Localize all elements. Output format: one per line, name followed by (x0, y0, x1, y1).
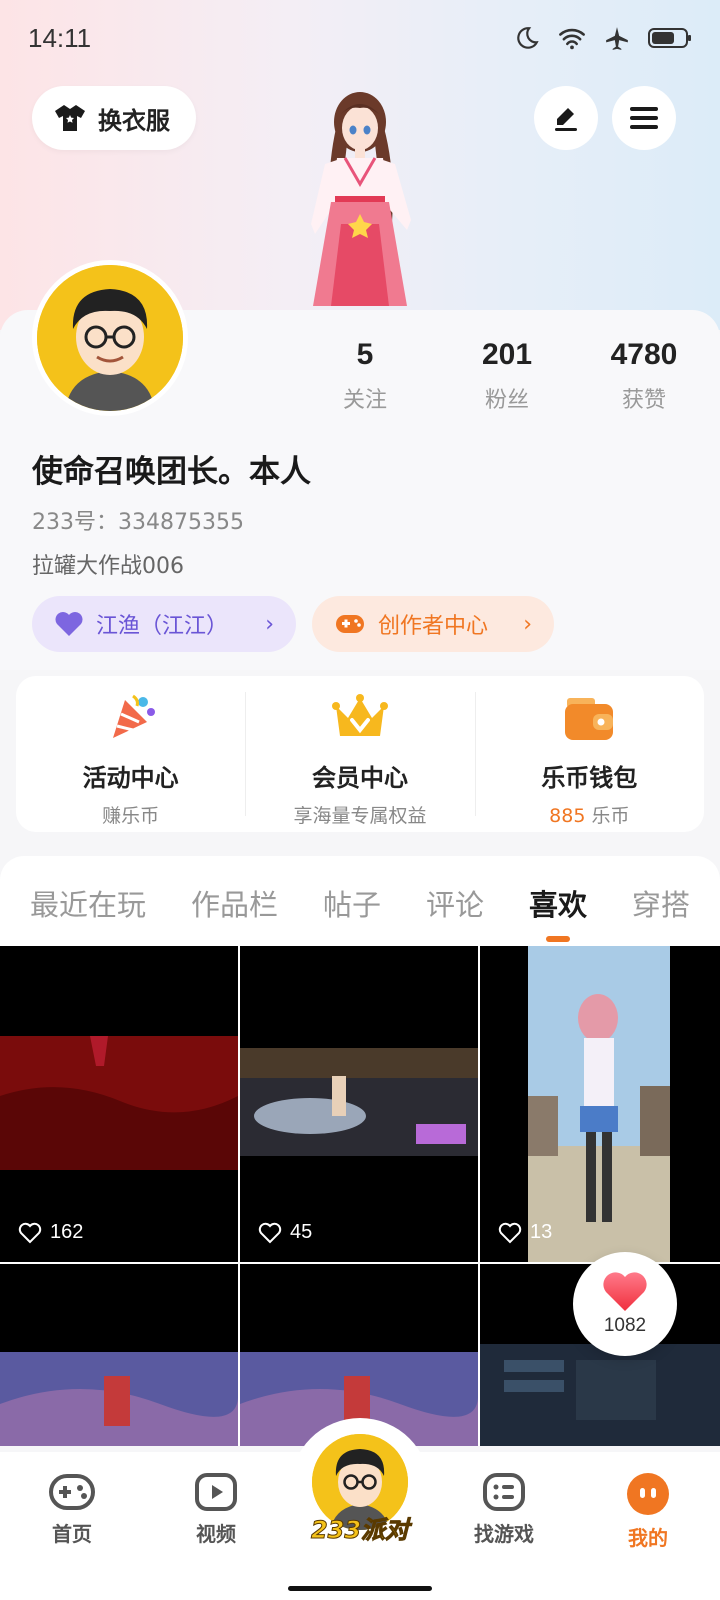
coin-balance-unit: 乐币 (585, 805, 630, 827)
nav-me[interactable]: 我的 (576, 1452, 720, 1568)
stat-following-value: 5 (356, 338, 374, 371)
gamepad-icon (336, 615, 364, 633)
nav-me-label: 我的 (628, 1526, 668, 1550)
stat-following-label: 关注 (342, 388, 387, 413)
heart-icon (603, 1272, 647, 1311)
center-brand-logo: 233派对 (310, 1516, 410, 1545)
coin-wallet-title: 乐币钱包 (541, 764, 638, 792)
status-bar: 14:11 (0, 0, 720, 76)
user-id[interactable]: 233号：334875355 (32, 504, 244, 536)
coin-balance-amount: 885 (549, 805, 586, 827)
floating-like-button[interactable]: 1082 (573, 1252, 677, 1356)
status-time: 14:11 (28, 22, 92, 53)
liked-post-card[interactable]: 162 (0, 946, 238, 1262)
tshirt-icon (55, 105, 85, 131)
edit-profile-button[interactable] (534, 86, 598, 150)
heart-outline-icon (18, 1222, 42, 1243)
change-outfit-button[interactable]: 换衣服 (32, 86, 196, 150)
stat-following[interactable]: 5 关注 (305, 338, 425, 414)
post-like-count: 13 (498, 1221, 552, 1244)
activity-center-subtitle: 赚乐币 (102, 805, 160, 827)
stat-likes-value: 4780 (610, 338, 678, 371)
stat-likes-received[interactable]: 4780 获赞 (584, 338, 704, 414)
creator-center-pill[interactable]: 创作者中心 › (312, 596, 554, 652)
creator-center-label: 创作者中心 (378, 614, 489, 639)
stat-followers-label: 粉丝 (484, 388, 529, 413)
post-like-value: 162 (50, 1221, 84, 1243)
crown-icon (331, 694, 388, 736)
tab-posts[interactable]: 帖子 (323, 856, 381, 946)
wallet-icon (565, 698, 614, 740)
username: 使命召唤团长。本人 (32, 454, 311, 490)
liked-post-card[interactable]: 13 (480, 946, 720, 1262)
post-like-value: 13 (530, 1221, 553, 1243)
chevron-right-icon: › (523, 611, 532, 637)
battery-icon (648, 28, 691, 48)
post-like-value: 45 (290, 1221, 313, 1243)
activity-center[interactable]: 活动中心 赚乐币 (16, 676, 245, 832)
nav-home[interactable]: 首页 (0, 1452, 144, 1568)
menu-button[interactable] (612, 86, 676, 150)
vip-center[interactable]: 会员中心 享海量专属权益 (245, 676, 474, 832)
post-like-count: 162 (18, 1221, 83, 1244)
guild-pill[interactable]: 江渔（江江） › (32, 596, 296, 652)
vip-center-title: 会员中心 (311, 764, 408, 792)
stat-followers[interactable]: 201 粉丝 (447, 338, 567, 414)
feature-card: 活动中心 赚乐币 会员中心 享海量专属权益 乐币钱包 885 乐币 (16, 676, 704, 832)
tab-outfits[interactable]: 穿搭 (632, 856, 690, 946)
profile-face-icon (627, 1473, 669, 1515)
change-outfit-label: 换衣服 (98, 106, 170, 135)
play-icon (195, 1473, 237, 1511)
post-thumbnail (480, 946, 720, 1262)
moon-icon (517, 27, 539, 49)
heart-outline-icon (498, 1222, 522, 1243)
coin-wallet[interactable]: 乐币钱包 885 乐币 (474, 676, 704, 832)
vip-center-subtitle: 享海量专属权益 (293, 805, 427, 827)
gamepad-icon (49, 1474, 95, 1510)
nav-find-games[interactable]: 找游戏 (432, 1452, 576, 1568)
liked-post-card[interactable]: 45 (240, 946, 478, 1262)
tab-recently-played[interactable]: 最近在玩 (30, 856, 146, 946)
tab-works[interactable]: 作品栏 (191, 856, 278, 946)
guild-pill-label: 江渔（江江） (96, 614, 229, 639)
tab-comments[interactable]: 评论 (426, 856, 484, 946)
hamburger-icon (630, 107, 658, 129)
user-bio: 拉罐大作战006 (32, 554, 184, 579)
avatar-cartoon-face (37, 265, 183, 411)
nav-video[interactable]: 视频 (144, 1452, 288, 1568)
profile-tabs: 最近在玩 作品栏 帖子 评论 喜欢 穿搭 (0, 856, 720, 946)
liked-post-card[interactable] (0, 1264, 238, 1446)
list-icon (483, 1473, 525, 1511)
home-indicator[interactable] (288, 1586, 432, 1591)
heart-icon (55, 612, 83, 636)
heart-outline-icon (258, 1222, 282, 1243)
post-thumbnail (240, 946, 478, 1262)
nav-home-label: 首页 (52, 1522, 92, 1546)
post-thumbnail (0, 1264, 238, 1446)
chevron-right-icon: › (265, 611, 274, 637)
nav-find-games-label: 找游戏 (474, 1522, 534, 1546)
activity-center-title: 活动中心 (82, 764, 179, 792)
airplane-icon (606, 27, 628, 50)
liked-content-grid: 162 45 13 (0, 946, 720, 1446)
post-thumbnail (0, 946, 238, 1262)
stat-followers-value: 201 (481, 338, 533, 371)
gesture-bar (0, 1568, 720, 1600)
coin-wallet-balance: 885 乐币 (475, 801, 704, 828)
post-like-count: 45 (258, 1221, 312, 1244)
wifi-icon (559, 28, 585, 50)
party-popper-icon (112, 694, 155, 738)
pen-icon (555, 108, 577, 131)
nav-video-label: 视频 (196, 1522, 236, 1546)
avatar-3d-character[interactable] (285, 84, 435, 310)
floating-like-count: 1082 (603, 1315, 647, 1336)
stat-likes-label: 获赞 (621, 388, 666, 413)
tab-likes[interactable]: 喜欢 (529, 856, 587, 946)
user-avatar[interactable] (32, 260, 188, 416)
